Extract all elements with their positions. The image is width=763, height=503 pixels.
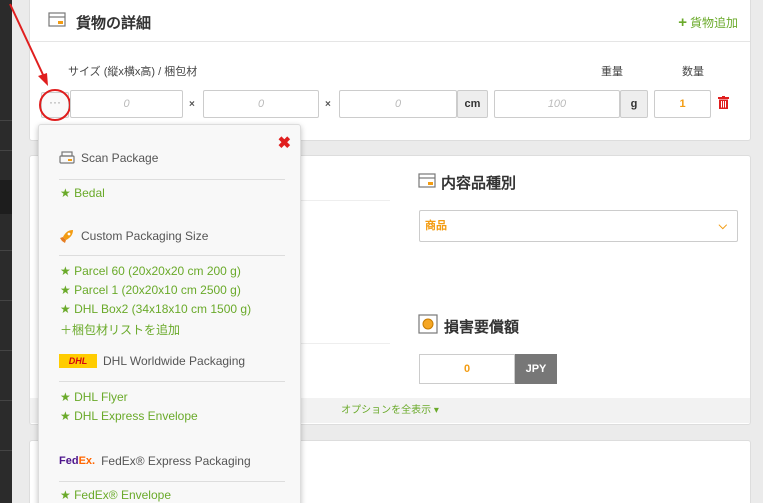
add-cargo-button[interactable]: + 貨物追加: [678, 14, 738, 31]
packaging-dropdown: ✖ Scan Package ★ Bedal Custom Packaging …: [38, 124, 301, 503]
fedex-packaging-header: Fed Ex. FedEx® Express Packaging: [59, 454, 251, 468]
times-sign: ×: [325, 99, 331, 110]
dhl-logo: DHL: [59, 354, 97, 368]
weight-input[interactable]: 100: [494, 90, 620, 118]
quantity-label: 数量: [682, 66, 704, 78]
dhl-item-flyer[interactable]: ★ DHL Flyer: [60, 390, 128, 404]
fedex-logo: Fed Ex.: [59, 455, 96, 467]
dhl-item-express-envelope[interactable]: ★ DHL Express Envelope: [60, 409, 198, 423]
currency-label: JPY: [515, 354, 557, 384]
weight-unit: g: [620, 90, 648, 118]
height-input[interactable]: 0: [339, 90, 457, 118]
fedex-item-envelope[interactable]: ★ FedEx® Envelope: [60, 488, 171, 502]
trash-icon[interactable]: [718, 96, 729, 109]
plus-icon: +: [678, 14, 687, 31]
quantity-input[interactable]: 1: [654, 90, 711, 118]
custom-packaging-header: Custom Packaging Size: [59, 228, 208, 244]
highlight-circle: [39, 89, 71, 121]
custom-item-parcel-60[interactable]: ★ Parcel 60 (20x20x20 cm 200 g): [60, 264, 241, 278]
custom-item-dhl-box2[interactable]: ★ DHL Box2 (34x18x10 cm 1500 g): [60, 302, 251, 316]
chevron-down-icon: ⌵: [718, 220, 727, 232]
times-sign: ×: [189, 99, 195, 110]
scan-package-header: Scan Package: [59, 151, 158, 165]
add-packaging-list-button[interactable]: ＋梱包材リストを追加: [60, 321, 180, 338]
cargo-details-title: 貨物の詳細: [76, 15, 152, 32]
custom-item-parcel-1[interactable]: ★ Parcel 1 (20x20x10 cm 2500 g): [60, 283, 241, 297]
length-input[interactable]: 0: [70, 90, 183, 118]
scanner-icon: [59, 151, 75, 165]
rocket-icon: [59, 228, 75, 244]
width-input[interactable]: 0: [203, 90, 319, 118]
weight-label: 重量: [601, 66, 623, 78]
dimension-unit: cm: [457, 90, 488, 118]
scan-item-bedal[interactable]: ★ Bedal: [60, 186, 105, 200]
left-sidebar-strip: [0, 0, 12, 503]
size-label: サイズ (縦x横x高) / 梱包材: [68, 66, 198, 78]
package-icon: [48, 12, 66, 27]
contents-type-select[interactable]: 商品 ⌵: [419, 210, 738, 242]
close-icon[interactable]: ✖: [278, 133, 291, 153]
dhl-packaging-header: DHL DHL Worldwide Packaging: [59, 354, 245, 368]
insurance-amount-input[interactable]: 0: [419, 354, 515, 384]
contents-type-title: 内容品種別: [441, 175, 517, 192]
package-icon: [418, 173, 436, 188]
insurance-title: 損害要償額: [444, 319, 520, 336]
cargo-details-card: 貨物の詳細 + 貨物追加 サイズ (縦x横x高) / 梱包材 重量 数量: [29, 0, 751, 141]
insurance-icon: [418, 314, 438, 334]
